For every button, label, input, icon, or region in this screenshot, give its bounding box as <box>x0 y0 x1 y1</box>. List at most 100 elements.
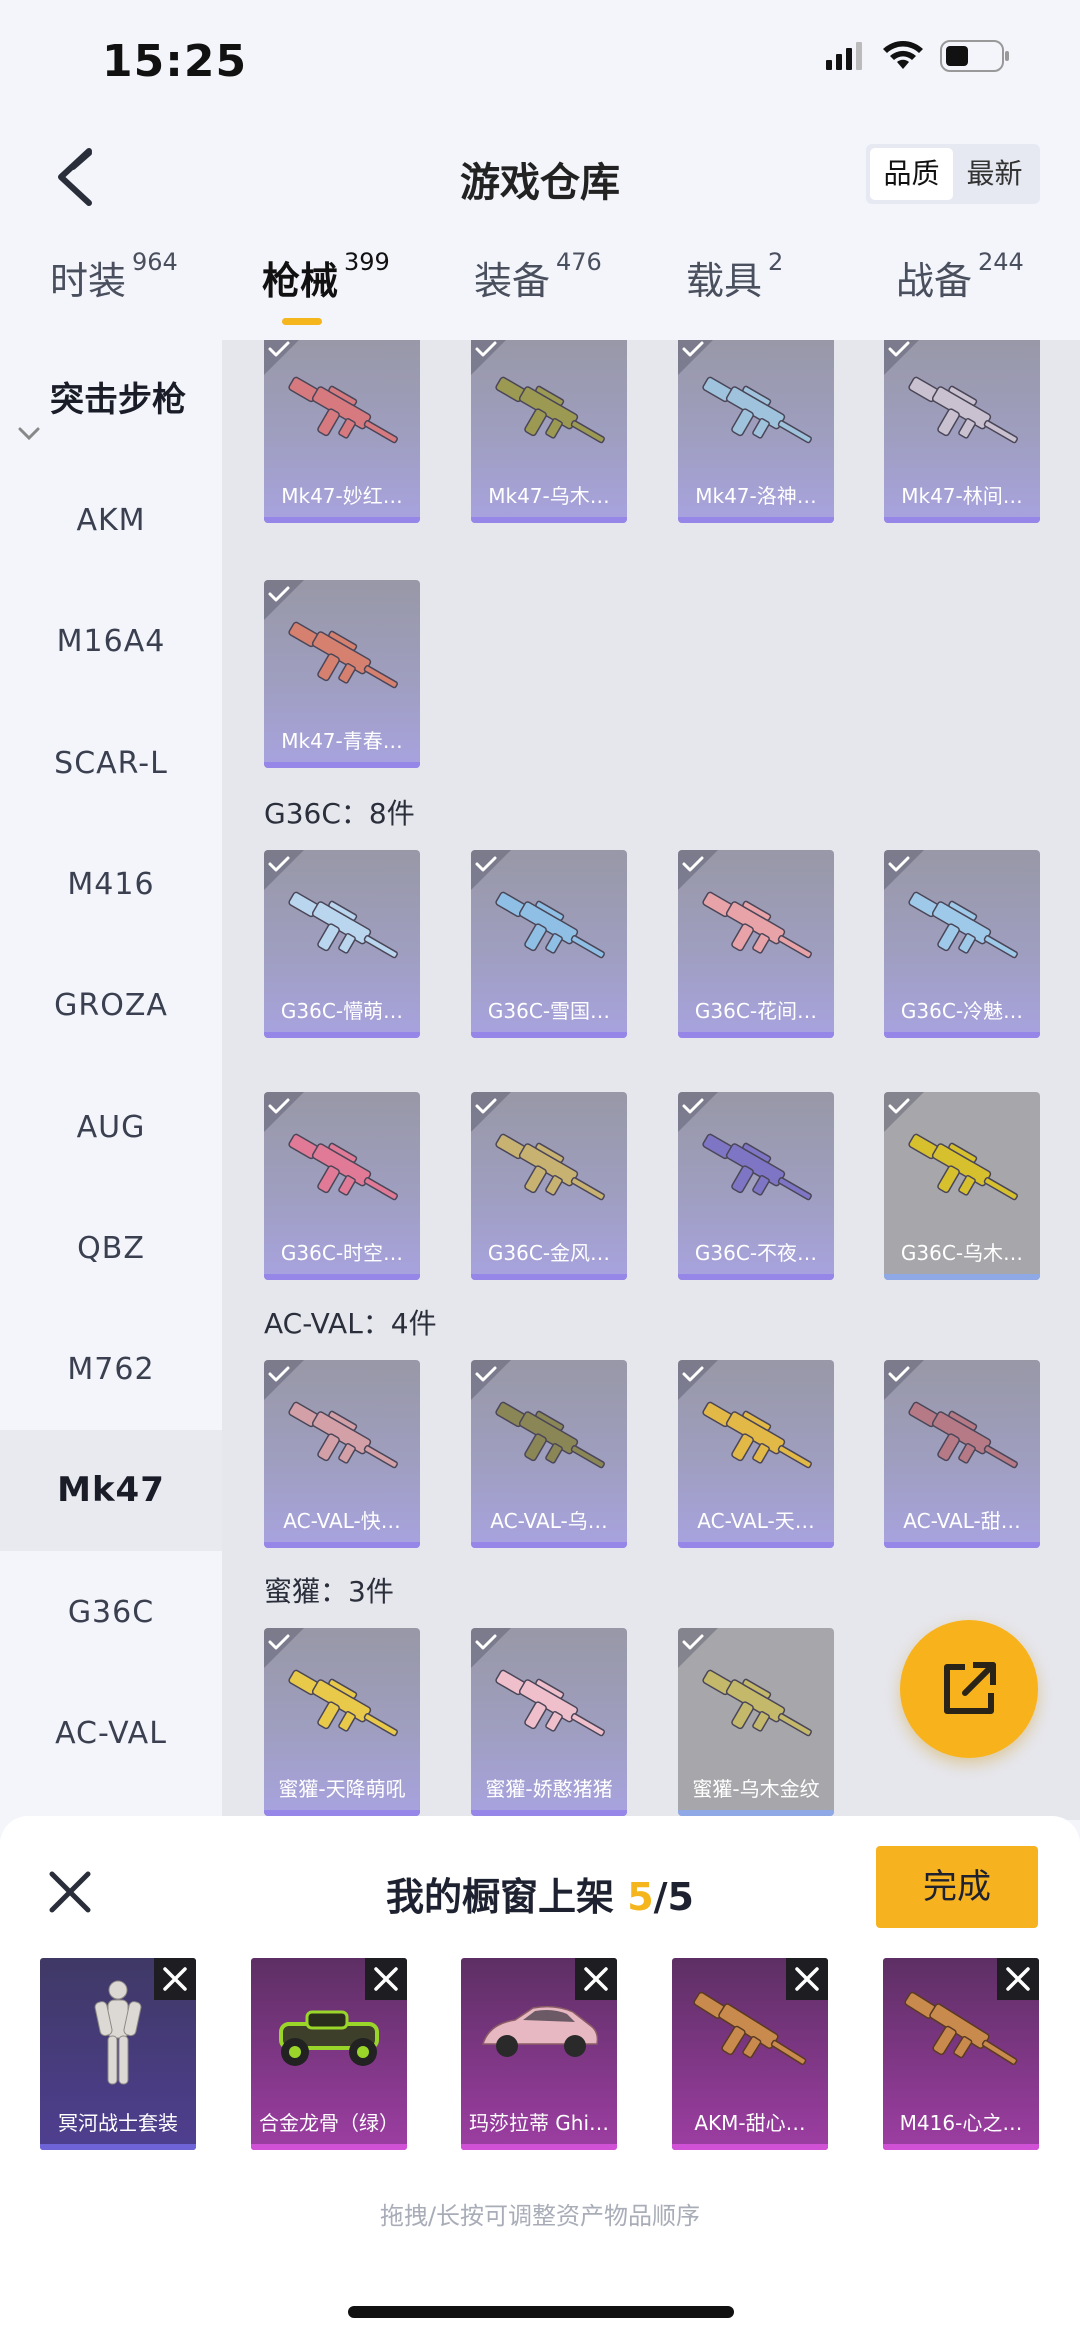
showcase-item-name: AKM-甜心… <box>694 2111 806 2135</box>
rarity-bar <box>883 2144 1039 2150</box>
status-bar: 15:25 <box>0 0 1080 122</box>
rarity-bar <box>264 1274 420 1280</box>
weapon-card[interactable]: G36C-时空… <box>264 1092 420 1280</box>
weapon-card[interactable]: Mk47-林间… <box>884 340 1040 523</box>
tab-guns[interactable]: 枪械 399 <box>262 248 390 340</box>
weapon-grid: Mk47-妙红… Mk47-乌木… Mk47-洛神… Mk47-林间… Mk47-青春…… <box>222 340 1080 1820</box>
rarity-bar <box>884 1542 1040 1548</box>
showcase-slot[interactable]: 合金龙骨（绿） <box>251 1958 407 2150</box>
rarity-bar <box>884 1274 1040 1280</box>
weapon-card[interactable]: 蜜獾-天降萌吼 <box>264 1628 420 1816</box>
showcase-sheet: 我的橱窗上架 5/5 完成 冥河战士套装 合金龙骨（绿） 玛莎拉蒂 Ghi… AKM-… <box>0 1816 1080 2337</box>
weapon-card[interactable]: G36C-冷魅… <box>884 850 1040 1038</box>
battery-icon <box>940 40 1010 76</box>
sidebar-item-groza[interactable]: GROZA <box>0 945 222 1066</box>
weapon-card-name: G36C-冷魅… <box>900 999 1024 1023</box>
sidebar-item-qbz[interactable]: QBZ <box>0 1188 222 1309</box>
rarity-bar <box>678 1032 834 1038</box>
weapon-skin-image <box>278 1390 406 1490</box>
weapon-card[interactable]: G36C-雪国… <box>471 850 627 1038</box>
weapon-card[interactable]: G36C-不夜… <box>678 1092 834 1280</box>
weapon-card[interactable]: Mk47-青春… <box>264 580 420 768</box>
tab-tactical[interactable]: 战备 244 <box>896 248 1024 340</box>
sidebar-item-m762[interactable]: M762 <box>0 1309 222 1430</box>
weapon-card[interactable]: Mk47-妙红… <box>264 340 420 523</box>
showcase-current-count: 5 <box>627 1875 654 1919</box>
tab-equipment[interactable]: 装备 476 <box>474 248 602 340</box>
done-button[interactable]: 完成 <box>876 1846 1038 1928</box>
tab-count: 2 <box>768 248 784 276</box>
weapon-skin-image <box>898 365 1026 465</box>
weapon-card[interactable]: AC-VAL-天… <box>678 1360 834 1548</box>
tab-count: 244 <box>978 248 1024 276</box>
nav-bar: 游戏仓库 品质 最新 <box>0 122 1080 232</box>
remove-icon[interactable] <box>997 1958 1039 2000</box>
weapon-skin-image <box>278 1122 406 1222</box>
weapon-card-name: Mk47-乌木… <box>488 484 610 508</box>
weapon-card[interactable]: G36C-乌木… <box>884 1092 1040 1280</box>
showcase-slot[interactable]: AKM-甜心… <box>672 1958 828 2150</box>
weapon-card[interactable]: 蜜獾-乌木金纹 <box>678 1628 834 1816</box>
weapon-card[interactable]: 蜜獾-娇憨猪猪 <box>471 1628 627 1816</box>
weapon-card-name: Mk47-林间… <box>901 484 1023 508</box>
showcase-slot[interactable]: M416-心之… <box>883 1958 1039 2150</box>
weapon-card[interactable]: G36C-花间… <box>678 850 834 1038</box>
remove-icon[interactable] <box>575 1958 617 2000</box>
tab-count: 964 <box>132 248 178 276</box>
rarity-bar <box>264 517 420 523</box>
weapon-card-name: AC-VAL-天… <box>697 1509 815 1533</box>
share-icon <box>944 1662 996 1714</box>
weapon-card[interactable]: AC-VAL-甜… <box>884 1360 1040 1548</box>
sidebar-item-mk47[interactable]: Mk47 <box>0 1430 222 1552</box>
rarity-bar <box>471 1032 627 1038</box>
weapon-card[interactable]: G36C-金风… <box>471 1092 627 1280</box>
sidebar-item-akm[interactable]: AKM <box>0 460 222 581</box>
rarity-bar <box>461 2144 617 2150</box>
share-button[interactable] <box>900 1620 1038 1758</box>
weapon-skin-image <box>278 880 406 980</box>
remove-icon[interactable] <box>786 1958 828 2000</box>
rarity-bar <box>264 762 420 768</box>
tab-label: 时装 <box>50 259 127 303</box>
tab-label: 战备 <box>896 259 973 303</box>
weapon-card[interactable]: Mk47-洛神… <box>678 340 834 523</box>
weapon-skin-image <box>692 1658 820 1758</box>
weapon-card-name: G36C-雪国… <box>487 999 611 1023</box>
sidebar-category-assault-rifle[interactable]: 突击步枪 <box>0 360 222 441</box>
home-indicator <box>348 2306 734 2318</box>
tab-vehicles[interactable]: 载具 2 <box>686 248 784 340</box>
status-icons <box>826 40 1010 76</box>
weapon-skin-image <box>898 1390 1026 1490</box>
remove-icon[interactable] <box>365 1958 407 2000</box>
weapon-card-name: 蜜獾-娇憨猪猪 <box>485 1777 613 1801</box>
sidebar-item-aug[interactable]: AUG <box>0 1067 222 1188</box>
weapon-card[interactable]: G36C-懵萌… <box>264 850 420 1038</box>
remove-icon[interactable] <box>154 1958 196 2000</box>
showcase-slot[interactable]: 冥河战士套装 <box>40 1958 196 2150</box>
showcase-item-name: M416-心之… <box>899 2111 1023 2135</box>
weapon-card-name: G36C-时空… <box>280 1241 404 1265</box>
sidebar-category-label: 突击步枪 <box>50 380 186 420</box>
sidebar-item-m16a4[interactable]: M16A4 <box>0 581 222 702</box>
weapon-card-name: G36C-花间… <box>694 999 818 1023</box>
sidebar-item-scar-l[interactable]: SCAR-L <box>0 703 222 824</box>
tab-fashion[interactable]: 时装 964 <box>50 248 178 340</box>
reorder-hint: 拖拽/长按可调整资产物品顺序 <box>379 2202 701 2230</box>
rarity-bar <box>471 517 627 523</box>
weapon-skin-image <box>278 1658 406 1758</box>
sidebar-item-g36c[interactable]: G36C <box>0 1552 222 1673</box>
weapon-card[interactable]: AC-VAL-乌… <box>471 1360 627 1548</box>
weapon-card[interactable]: AC-VAL-快… <box>264 1360 420 1548</box>
sidebar-item-ac-val[interactable]: AC-VAL <box>0 1673 222 1794</box>
sidebar-item-m416[interactable]: M416 <box>0 824 222 945</box>
weapon-skin-image <box>485 1658 613 1758</box>
wifi-icon <box>882 41 924 75</box>
rarity-bar <box>678 517 834 523</box>
sort-option-newest[interactable]: 最新 <box>953 148 1036 200</box>
showcase-slot[interactable]: 玛莎拉蒂 Ghi… <box>461 1958 617 2150</box>
chevron-down-icon <box>18 390 40 470</box>
sort-option-quality[interactable]: 品质 <box>870 148 953 200</box>
weapon-card[interactable]: Mk47-乌木… <box>471 340 627 523</box>
weapon-skin-image <box>278 365 406 465</box>
weapon-card-name: AC-VAL-乌… <box>490 1509 608 1533</box>
